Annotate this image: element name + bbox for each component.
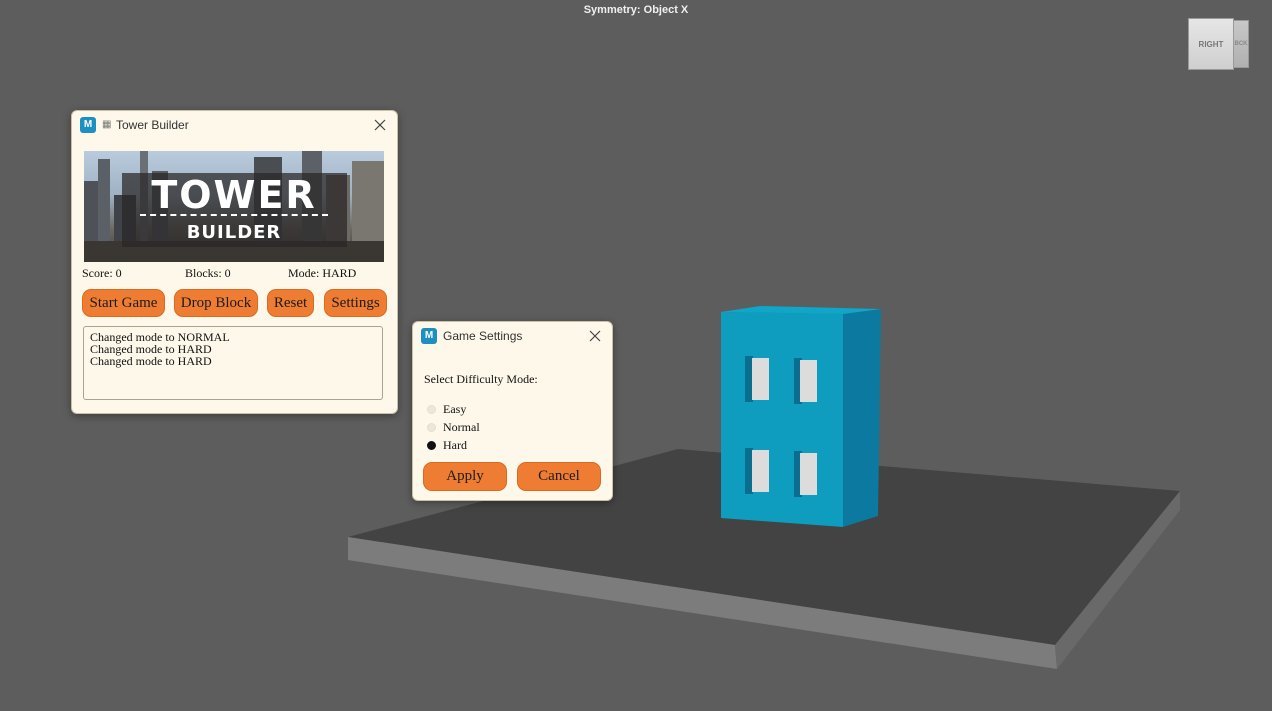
settings-window-title: Game Settings [443,329,523,343]
radio-button-hard[interactable] [427,441,436,450]
apply-button[interactable]: Apply [423,462,507,491]
event-log[interactable]: Changed mode to NORMAL Changed mode to H… [83,326,383,400]
building-icon: ▦ [102,119,112,130]
settings-button[interactable]: Settings [324,289,387,317]
tower-banner-image: TOWER BUILDER [84,151,384,262]
start-game-button[interactable]: Start Game [82,289,165,317]
viewcube-back-face[interactable]: BCK [1233,20,1249,68]
log-line: Changed mode to HARD [90,354,212,368]
close-icon [589,330,601,342]
blocks-label: Blocks: 0 [185,266,231,280]
settings-titlebar[interactable]: M Game Settings [413,322,612,350]
banner-subtitle: BUILDER [186,222,282,243]
tower-window-title: Tower Builder [116,118,189,132]
score-label: Score: 0 [82,266,122,280]
building-side [843,309,881,527]
banner-divider [140,214,328,216]
tower-close-button[interactable] [371,116,389,134]
settings-close-button[interactable] [586,327,604,345]
radio-easy[interactable]: Easy [427,402,466,417]
maya-app-icon: M [421,328,437,344]
maya-app-icon: M [80,117,96,133]
banner-title: TOWER [151,173,317,217]
viewcube-right-face[interactable]: RIGHT [1188,18,1234,70]
mode-label: Mode: HARD [288,266,357,280]
building-front [721,312,843,527]
reset-button[interactable]: Reset [267,289,314,317]
game-settings-dialog: M Game Settings Select Difficulty Mode: … [412,321,613,501]
drop-block-button[interactable]: Drop Block [174,289,258,317]
viewcube[interactable]: RIGHT BCK [1186,16,1250,70]
radio-button-normal[interactable] [427,423,436,432]
radio-button-easy[interactable] [427,405,436,414]
radio-normal[interactable]: Normal [427,420,480,435]
radio-label-normal: Normal [443,420,480,434]
difficulty-prompt: Select Difficulty Mode: [424,372,538,386]
symmetry-label: Symmetry: Object X [583,4,689,16]
cancel-button[interactable]: Cancel [517,462,601,491]
tower-titlebar[interactable]: M ▦ Tower Builder [72,111,397,139]
radio-label-hard: Hard [443,438,467,452]
radio-label-easy: Easy [443,402,467,416]
tower-builder-window: M ▦ Tower Builder TOWER BUILDER Score: 0… [71,110,398,414]
close-icon [374,119,386,131]
radio-hard[interactable]: Hard [427,438,467,453]
